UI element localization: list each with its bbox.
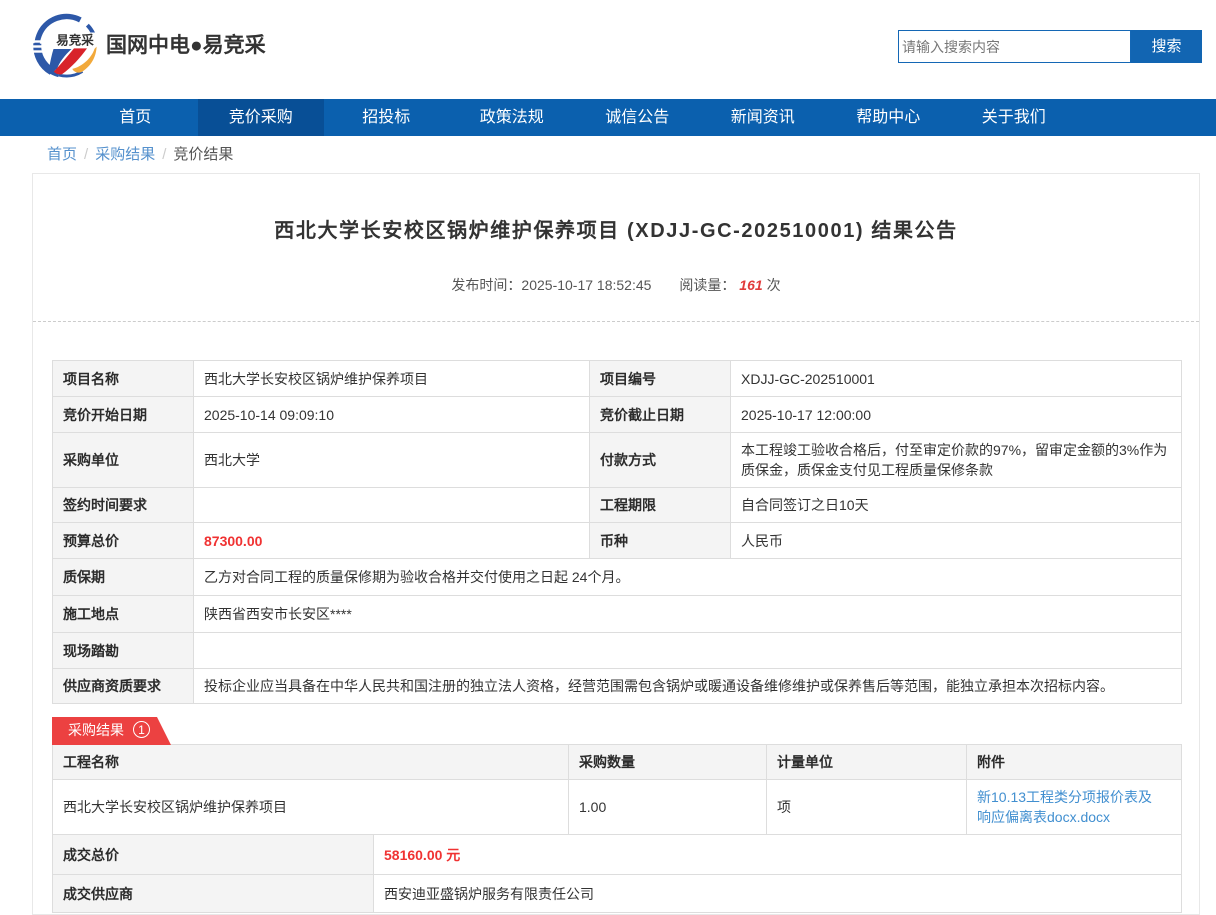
svg-text:易竞采: 易竞采: [56, 33, 94, 48]
